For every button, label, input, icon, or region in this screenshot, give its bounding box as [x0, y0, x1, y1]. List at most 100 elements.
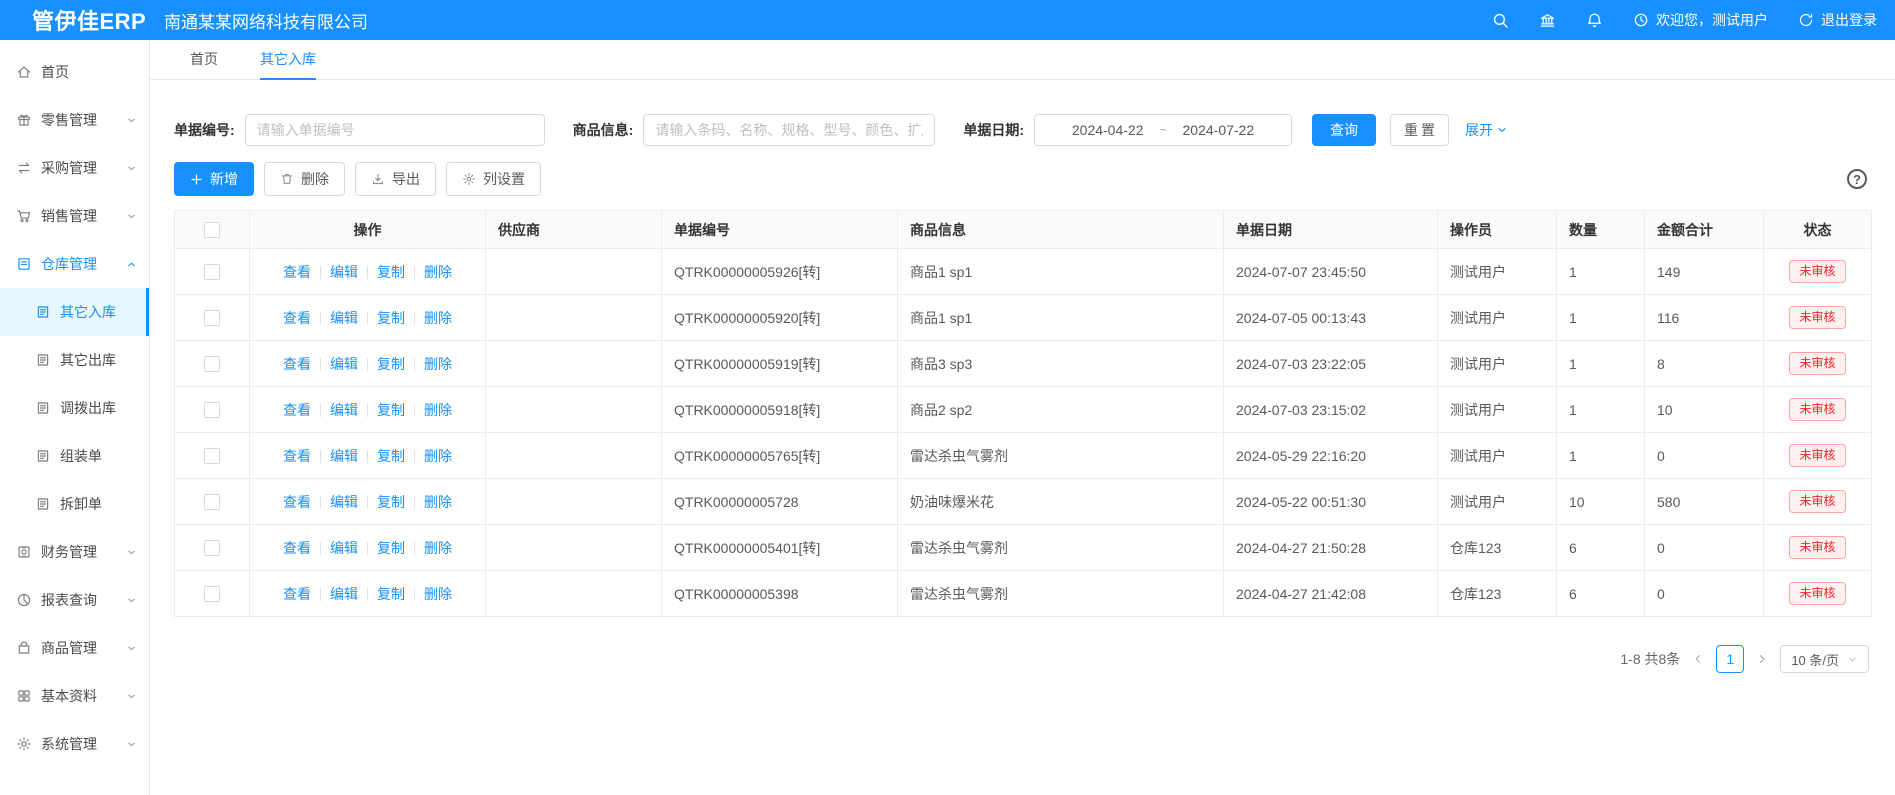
- action-edit[interactable]: 编辑: [330, 264, 358, 280]
- action-view[interactable]: 查看: [283, 448, 311, 464]
- action-delete[interactable]: 删除: [424, 540, 452, 556]
- row-amount: 116: [1645, 295, 1764, 341]
- action-copy[interactable]: 复制: [377, 310, 405, 326]
- row-operator: 测试用户: [1438, 249, 1557, 295]
- row-checkbox[interactable]: [204, 264, 220, 280]
- action-copy[interactable]: 复制: [377, 448, 405, 464]
- row-checkbox[interactable]: [204, 310, 220, 326]
- row-checkbox[interactable]: [204, 586, 220, 602]
- action-delete[interactable]: 删除: [424, 494, 452, 510]
- action-view[interactable]: 查看: [283, 494, 311, 510]
- action-edit[interactable]: 编辑: [330, 586, 358, 602]
- table-row: 查看编辑复制删除QTRK00000005728奶油味爆米花2024-05-22 …: [175, 479, 1872, 525]
- sidebar-item-transfer-outbound[interactable]: 调拨出库: [0, 384, 149, 432]
- sidebar-item-retail[interactable]: 零售管理: [0, 96, 149, 144]
- action-view[interactable]: 查看: [283, 586, 311, 602]
- action-edit[interactable]: 编辑: [330, 310, 358, 326]
- action-delete[interactable]: 删除: [424, 402, 452, 418]
- tab-home[interactable]: 首页: [190, 40, 218, 80]
- tab-other-inbound[interactable]: 其它入库: [260, 40, 316, 80]
- search-icon[interactable]: [1492, 12, 1509, 29]
- row-supplier: [486, 249, 662, 295]
- row-checkbox[interactable]: [204, 448, 220, 464]
- help-icon[interactable]: ?: [1847, 169, 1867, 189]
- action-copy[interactable]: 复制: [377, 356, 405, 372]
- action-delete[interactable]: 删除: [424, 310, 452, 326]
- action-separator: [320, 266, 321, 279]
- action-edit[interactable]: 编辑: [330, 448, 358, 464]
- action-separator: [414, 312, 415, 325]
- date-range-picker[interactable]: 2024-04-22 ~ 2024-07-22: [1034, 114, 1292, 146]
- action-view[interactable]: 查看: [283, 264, 311, 280]
- action-view[interactable]: 查看: [283, 310, 311, 326]
- product-info-input[interactable]: [643, 114, 935, 146]
- next-page-button[interactable]: [1756, 653, 1768, 665]
- expand-link[interactable]: 展开: [1465, 120, 1508, 140]
- bill-no-input[interactable]: [245, 114, 545, 146]
- row-checkbox[interactable]: [204, 356, 220, 372]
- sidebar-item-finance[interactable]: 财务管理: [0, 528, 149, 576]
- action-copy[interactable]: 复制: [377, 402, 405, 418]
- action-copy[interactable]: 复制: [377, 264, 405, 280]
- row-date: 2024-05-22 00:51:30: [1224, 479, 1438, 525]
- row-checkbox[interactable]: [204, 540, 220, 556]
- sidebar-item-label: 其它出库: [60, 350, 116, 370]
- welcome-text: 欢迎您，测试用户: [1656, 10, 1768, 30]
- select-all-checkbox[interactable]: [204, 222, 220, 238]
- row-checkbox[interactable]: [204, 402, 220, 418]
- action-delete[interactable]: 删除: [424, 264, 452, 280]
- sidebar-item-purchase[interactable]: 采购管理: [0, 144, 149, 192]
- sidebar-item-home[interactable]: 首页: [0, 48, 149, 96]
- page-size-select[interactable]: 10 条/页: [1780, 645, 1869, 673]
- action-delete[interactable]: 删除: [424, 586, 452, 602]
- action-edit[interactable]: 编辑: [330, 356, 358, 372]
- sidebar-item-disassembly-order[interactable]: 拆卸单: [0, 480, 149, 528]
- reset-button[interactable]: 重置: [1390, 114, 1449, 146]
- sidebar-item-other-outbound[interactable]: 其它出库: [0, 336, 149, 384]
- action-copy[interactable]: 复制: [377, 494, 405, 510]
- search-button[interactable]: 查询: [1312, 114, 1376, 146]
- column-settings-button[interactable]: 列设置: [446, 162, 541, 196]
- prev-page-button[interactable]: [1692, 653, 1704, 665]
- logout-button[interactable]: 退出登录: [1798, 10, 1877, 30]
- gear-icon: [462, 172, 476, 186]
- action-view[interactable]: 查看: [283, 540, 311, 556]
- col-header-product: 商品信息: [898, 211, 1224, 249]
- action-edit[interactable]: 编辑: [330, 402, 358, 418]
- row-checkbox[interactable]: [204, 494, 220, 510]
- sidebar-item-system[interactable]: 系统管理: [0, 720, 149, 768]
- sidebar-item-warehouse[interactable]: 仓库管理: [0, 240, 149, 288]
- sidebar-item-other-inbound[interactable]: 其它入库: [0, 288, 149, 336]
- action-view[interactable]: 查看: [283, 356, 311, 372]
- action-edit[interactable]: 编辑: [330, 494, 358, 510]
- sidebar-item-label: 零售管理: [41, 110, 97, 130]
- action-view[interactable]: 查看: [283, 402, 311, 418]
- row-product: 商品2 sp2: [898, 387, 1224, 433]
- action-delete[interactable]: 删除: [424, 448, 452, 464]
- delete-button[interactable]: 删除: [264, 162, 345, 196]
- row-actions: 查看 编辑 复制 删除: [250, 295, 486, 341]
- sidebar-item-goods[interactable]: 商品管理: [0, 624, 149, 672]
- action-copy[interactable]: 复制: [377, 586, 405, 602]
- bell-icon[interactable]: [1586, 12, 1603, 29]
- sidebar-item-reports[interactable]: 报表查询: [0, 576, 149, 624]
- add-button[interactable]: 新增: [174, 162, 254, 196]
- sidebar-item-sales[interactable]: 销售管理: [0, 192, 149, 240]
- row-amount: 8: [1645, 341, 1764, 387]
- delete-button-label: 删除: [301, 169, 329, 189]
- row-supplier: [486, 295, 662, 341]
- export-button[interactable]: 导出: [355, 162, 436, 196]
- action-separator: [414, 496, 415, 509]
- row-actions: 查看 编辑 复制 删除: [250, 341, 486, 387]
- sidebar-item-assembly-order[interactable]: 组装单: [0, 432, 149, 480]
- action-copy[interactable]: 复制: [377, 540, 405, 556]
- action-edit[interactable]: 编辑: [330, 540, 358, 556]
- page-number-button[interactable]: 1: [1716, 645, 1744, 673]
- sidebar-item-basic-data[interactable]: 基本资料: [0, 672, 149, 720]
- bank-icon[interactable]: [1539, 12, 1556, 29]
- goods-icon: [16, 640, 32, 656]
- action-delete[interactable]: 删除: [424, 356, 452, 372]
- app-root: 管伊佳ERP 南通某某网络科技有限公司 欢迎您，测试用户: [0, 0, 1895, 795]
- page-size-value: 10 条/页: [1791, 650, 1839, 669]
- col-header-amount: 金额合计: [1645, 211, 1764, 249]
